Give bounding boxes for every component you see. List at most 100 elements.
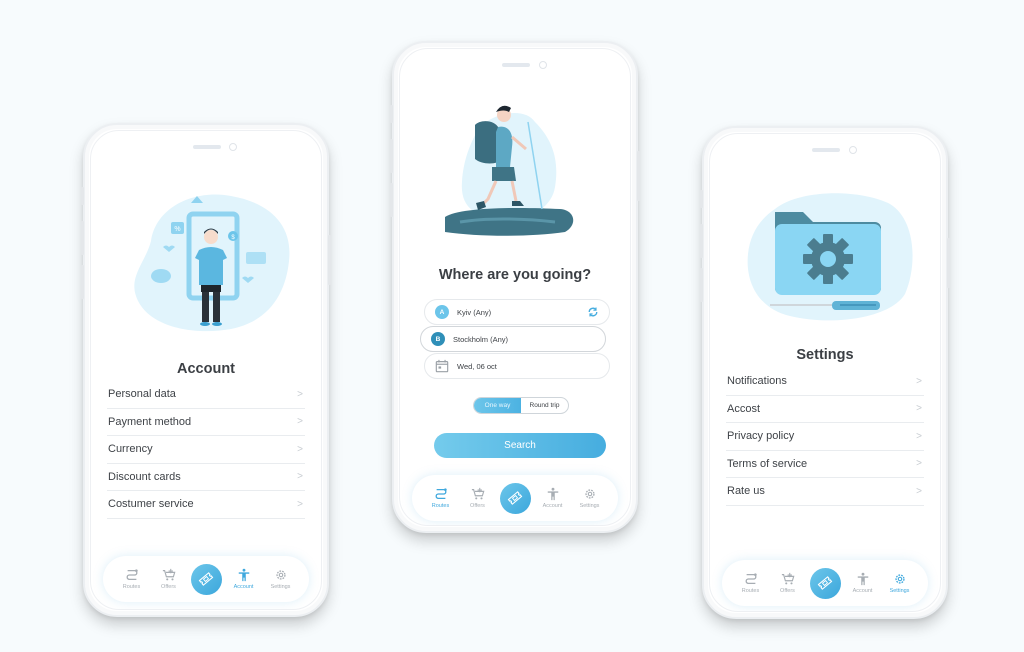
tab-routes[interactable]: Routes [736,572,766,594]
chevron-right-icon: > [916,430,922,442]
menu-item-label: Rate us [727,485,765,498]
menu-item-privacy-policy[interactable]: Privacy policy > [726,423,924,451]
camera [539,61,547,69]
swap-icon[interactable] [587,306,599,318]
search-button[interactable]: Search [434,433,606,458]
bottom-tab-bar: Routes Offers Account Settings [412,475,618,521]
tab-label: Offers [470,503,485,509]
chevron-right-icon: > [297,498,303,510]
page-title: Account [177,361,235,377]
person-icon [547,487,558,501]
routes-icon [745,573,757,585]
menu-item-currency[interactable]: Currency > [107,436,305,464]
settings-menu: Notifications > Accost > Privacy policy > T… [726,368,924,506]
menu-item-label: Discount cards [108,470,181,483]
tab-label: Account [852,588,873,594]
round-trip-option[interactable]: Round trip [521,398,568,413]
chevron-right-icon: > [916,458,922,470]
tab-account[interactable]: Account [229,568,259,590]
phone-account: % $ Account Personal data > Payment metho… [81,123,331,617]
menu-item-terms-of-service[interactable]: Terms of service > [726,451,924,478]
menu-item-label: Notifications [727,375,787,388]
phone-side-button [81,265,84,299]
phone-side-button [390,183,393,217]
bottom-tab-bar: Routes Offers Account Settings [722,560,928,606]
ticket-icon [817,576,833,590]
date-input[interactable]: Wed, 06 oct [424,353,610,379]
person-in-phone-frame-illustration: % $ [134,194,290,332]
tab-label: Routes [741,588,760,594]
gear-glyph [803,234,853,284]
tab-settings[interactable]: Settings [885,572,915,594]
menu-item-accost[interactable]: Accost > [726,396,924,423]
menu-item-costumer-service[interactable]: Costumer service > [107,491,305,519]
screen: % $ Account Personal data > Payment metho… [90,130,322,610]
tab-label: Account [233,584,254,590]
destination-value: Stockholm (Any) [453,334,509,344]
phone-search: Where are you going? A Kyiv (Any) B Stoc… [390,41,640,533]
tab-label: Settings [579,503,600,509]
tab-label: Offers [161,584,176,590]
menu-item-label: Terms of service [727,457,808,470]
destination-input[interactable]: B Stockholm (Any) [420,326,606,352]
trip-type-toggle: One way Round trip [473,397,569,414]
tab-tickets[interactable] [499,482,531,514]
tab-settings[interactable]: Settings [266,568,296,590]
speaker [502,63,530,67]
tab-routes[interactable]: Routes [117,568,147,590]
tab-routes[interactable]: Routes [426,487,456,509]
menu-item-rate-us[interactable]: Rate us > [726,478,924,506]
tab-offers[interactable]: Offers [773,572,803,594]
tab-tickets[interactable] [190,563,222,595]
menu-item-label: Privacy policy [727,430,795,443]
phone-side-button [390,139,393,173]
gear-icon [275,570,286,580]
tab-label: Settings [270,584,291,590]
chevron-right-icon: > [297,471,303,483]
page-title: Where are you going? [438,267,592,283]
calendar-icon [435,359,449,373]
chevron-right-icon: > [297,388,303,400]
bottom-tab-bar: Routes Offers Account Settings [103,556,309,602]
screen: Settings Notifications > Accost > Privacy … [709,133,941,612]
screen: Where are you going? A Kyiv (Any) B Stoc… [399,48,631,526]
chevron-right-icon: > [916,375,922,387]
one-way-option[interactable]: One way [474,398,521,413]
phone-side-button [81,221,84,255]
phone-side-button [947,238,950,288]
tab-offers[interactable]: Offers [463,487,493,509]
tab-account[interactable]: Account [848,572,878,594]
tab-label: Routes [431,503,450,509]
tab-tickets[interactable] [809,567,841,599]
tab-account[interactable]: Account [538,487,568,509]
cart-icon [162,568,175,581]
menu-item-notifications[interactable]: Notifications > [726,368,924,396]
origin-input[interactable]: A Kyiv (Any) [424,299,610,325]
menu-item-payment-method[interactable]: Payment method > [107,409,305,436]
phone-side-button [328,235,331,285]
menu-item-discount-cards[interactable]: Discount cards > [107,464,305,491]
tab-label: Account [542,503,563,509]
chevron-right-icon: > [916,485,922,497]
phone-side-button [637,151,640,201]
tab-settings[interactable]: Settings [575,487,605,509]
menu-item-label: Personal data [108,388,176,401]
menu-item-label: Currency [108,443,153,456]
svg-text:%: % [174,226,180,233]
menu-item-personal-data[interactable]: Personal data > [107,381,305,409]
tab-offers[interactable]: Offers [154,568,184,590]
routes-icon [435,488,447,500]
chevron-right-icon: > [297,443,303,455]
gear-icon [894,574,905,584]
phone-side-button [700,224,703,258]
tab-label: Settings [889,588,910,594]
origin-value: Kyiv (Any) [457,307,492,317]
phone-side-button [81,187,84,205]
account-menu: Personal data > Payment method > Currency >… [107,381,305,519]
person-icon [857,572,868,586]
cart-icon [781,572,794,585]
ticket-icon [507,491,523,505]
menu-item-label: Costumer service [108,498,194,511]
chevron-right-icon: > [916,403,922,415]
date-value: Wed, 06 oct [457,361,497,371]
